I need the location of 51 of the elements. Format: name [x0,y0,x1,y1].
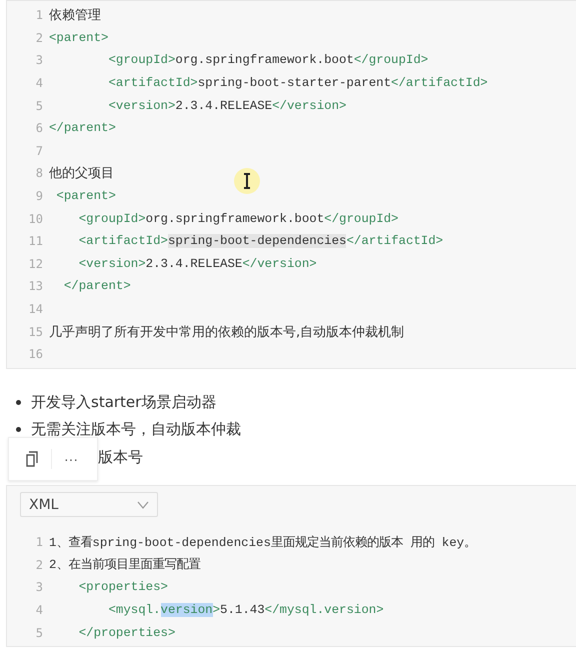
code-line: </parent> [49,121,116,136]
line-number: 6 [34,121,44,136]
code-line: <groupId>org.springframework.boot</groupId> [78,212,398,226]
line-number: 4 [34,603,44,618]
code-line: <parent> [49,30,108,45]
selected-text: version [160,603,213,618]
language-select[interactable]: XML [20,492,158,517]
list-item-text: 版本号 [98,448,143,467]
chevron-down-icon [137,500,149,508]
bullet-icon [16,400,21,405]
line-number: 1 [34,535,44,550]
line-number: 13 [28,279,44,294]
list-item-text: 无需关注版本号，自动版本仲裁 [31,420,241,440]
line-number: 2 [34,558,44,572]
line-number: 3 [34,580,44,594]
bullet-icon [16,427,21,432]
list-item-text: 开发导入starter场景启动器 [31,392,216,412]
line-number: 15 [28,324,44,339]
line-number: 16 [28,347,44,362]
code-line: <version>2.3.4.RELEASE</version> [78,256,317,271]
line-number: 5 [34,98,44,113]
code-line: 1、查看spring-boot-dependencies里面规定当前依赖的版本 用的 key。 [49,534,476,551]
code-line: </parent> [62,279,131,294]
line-number: 2 [34,30,44,45]
line-number: 14 [28,302,44,316]
code-line: <parent> [55,189,116,204]
line-number: 8 [34,166,44,180]
code-line: <version>2.3.4.RELEASE</version> [107,98,346,113]
code-line: <groupId>org.springframework.boot</groupId> [107,53,428,68]
code-line: <artifactId>spring-boot-starter-parent</artifactId> [107,76,488,90]
line-number: 3 [34,53,44,68]
line-number: 1 [34,8,44,22]
line-number: 4 [34,76,44,90]
line-number: 7 [34,144,44,158]
code-line: <properties> [78,580,168,594]
line-number: 12 [28,256,44,271]
code-line: 2、在当前项目里面重写配置 [49,556,200,574]
code-line: </properties> [78,626,176,640]
line-number: 11 [28,234,44,248]
code-line: <artifactId>spring-boot-dependencies</artifactId> [78,234,444,248]
line-number: 9 [34,189,44,204]
text-cursor-icon [233,167,261,195]
line-number: 5 [34,626,44,640]
code-line: 他的父项目 [49,165,114,182]
line-number: 10 [28,212,44,226]
code-line: 几乎声明了所有开发中常用的依赖的版本号,自动版本仲裁机制 [49,324,404,341]
highlighted-text: spring-boot-dependencies [168,234,346,248]
copy-icon[interactable] [25,450,39,466]
more-button[interactable]: ··· [64,450,78,466]
code-line: 依赖管理 [49,7,101,24]
code-line: <mysql.version>5.1.43</mysql.version> [107,603,384,618]
